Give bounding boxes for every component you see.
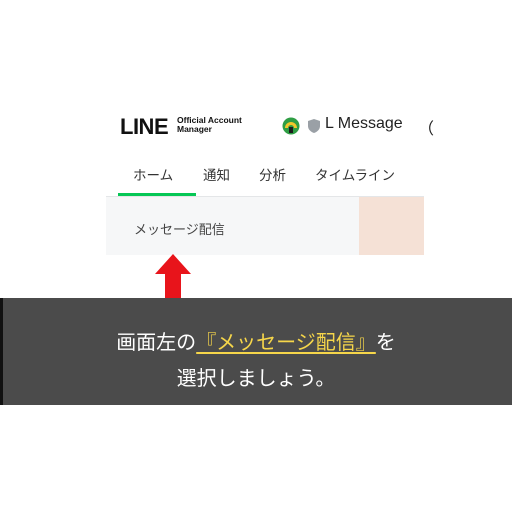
- caption-text-after: を: [375, 330, 396, 354]
- caption-text-before: 画面左の: [116, 330, 197, 354]
- caption-line-1: 画面左の『メッセージ配信』を: [0, 326, 512, 355]
- tab-timeline[interactable]: タイムライン: [315, 164, 395, 184]
- sidebar-item-message-delivery[interactable]: メッセージ配信: [134, 219, 225, 238]
- main-tab-bar: ホーム 通知 分析 タイムライン: [106, 150, 424, 197]
- caption-highlight: 『メッセージ配信』: [196, 330, 376, 354]
- tab-analytics[interactable]: 分析: [259, 164, 286, 184]
- logo-sub-line2: Manager: [177, 124, 212, 134]
- content-area: [359, 197, 424, 255]
- sidebar: メッセージ配信: [106, 197, 359, 255]
- tab-home[interactable]: ホーム: [133, 164, 173, 184]
- line-logo[interactable]: LINE: [120, 114, 169, 140]
- active-tab-indicator: [118, 193, 196, 196]
- caption-line-2: 選択しましょう。: [176, 366, 336, 390]
- shield-icon: [308, 119, 320, 133]
- account-id-paren: （: [418, 121, 435, 138]
- app-header: LINE Official Account Manager L Message …: [120, 112, 434, 142]
- tab-notifications[interactable]: 通知: [203, 164, 230, 184]
- account-avatar-icon[interactable]: [282, 117, 300, 135]
- account-name[interactable]: L Message: [325, 115, 403, 133]
- logo-subtitle: Official Account Manager: [177, 116, 242, 134]
